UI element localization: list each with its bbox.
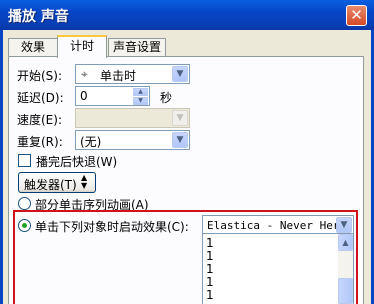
up-down-icon: ▲ ▼: [81, 173, 88, 190]
close-button[interactable]: ✕: [346, 5, 367, 26]
tab-effect[interactable]: 效果: [8, 38, 58, 57]
mouse-icon: ⌖: [81, 67, 88, 81]
start-value: 单击时: [100, 69, 137, 83]
rewind-label: 播完后快退(W): [36, 155, 118, 169]
window-title: 播放 声音: [8, 9, 69, 25]
delay-unit: 秒: [160, 91, 173, 105]
tab-timing-label: 计时: [69, 39, 94, 53]
tab-timing[interactable]: 计时: [57, 35, 107, 58]
triggers-button[interactable]: 触发器(T) ▲ ▼: [18, 172, 96, 193]
title-bar: 播放 声音 ✕: [0, 0, 374, 30]
start-label: 开始(S):: [17, 69, 63, 83]
repeat-value: (无): [80, 135, 102, 149]
chevron-down-icon[interactable]: ▼: [172, 132, 188, 148]
chevron-down-icon[interactable]: ▼: [172, 66, 188, 82]
repeat-select[interactable]: (无) ▼: [75, 130, 190, 150]
chevron-down-icon[interactable]: ▼: [336, 217, 352, 233]
chevron-down-icon[interactable]: ▼: [172, 110, 188, 126]
triggers-button-label: 触发器(T): [24, 178, 77, 192]
radio-animate-sequence[interactable]: [18, 197, 31, 210]
spin-down-button[interactable]: ▼: [133, 97, 148, 105]
radio-selected-dot: [22, 223, 27, 228]
trigger-object-list[interactable]: 1 1 1 1 1 ▲: [202, 233, 354, 304]
close-icon: ✕: [350, 6, 363, 24]
start-select[interactable]: ⌖ 单击时 ▼: [75, 64, 190, 84]
radio-start-on-click-label: 单击下列对象时启动效果(C):: [35, 220, 189, 234]
speed-label: 速度(E):: [17, 113, 62, 127]
tab-sound-settings-label: 声音设置: [112, 40, 161, 54]
scroll-up-button[interactable]: ▲: [338, 234, 353, 251]
rewind-checkbox[interactable]: [18, 154, 31, 167]
trigger-object-value: Elastica - Never Here.: [207, 219, 353, 232]
radio-start-on-click[interactable]: [18, 219, 31, 232]
delay-input[interactable]: 0 ▲ ▼: [75, 86, 150, 106]
trigger-object-select[interactable]: Elastica - Never Here. ▼: [202, 215, 354, 235]
list-scrollbar[interactable]: ▲: [338, 234, 353, 304]
tab-effect-label: 效果: [20, 40, 45, 54]
scroll-thumb[interactable]: [338, 278, 353, 304]
speed-select[interactable]: ▼: [75, 108, 190, 128]
spin-up-button[interactable]: ▲: [133, 88, 148, 96]
list-item[interactable]: 1: [206, 289, 214, 302]
delay-label: 延迟(D):: [17, 91, 64, 105]
window-frame-left: [0, 30, 3, 304]
tab-sound-settings[interactable]: 声音设置: [108, 38, 166, 57]
delay-value: 0: [80, 89, 88, 103]
repeat-label: 重复(R):: [17, 135, 63, 149]
